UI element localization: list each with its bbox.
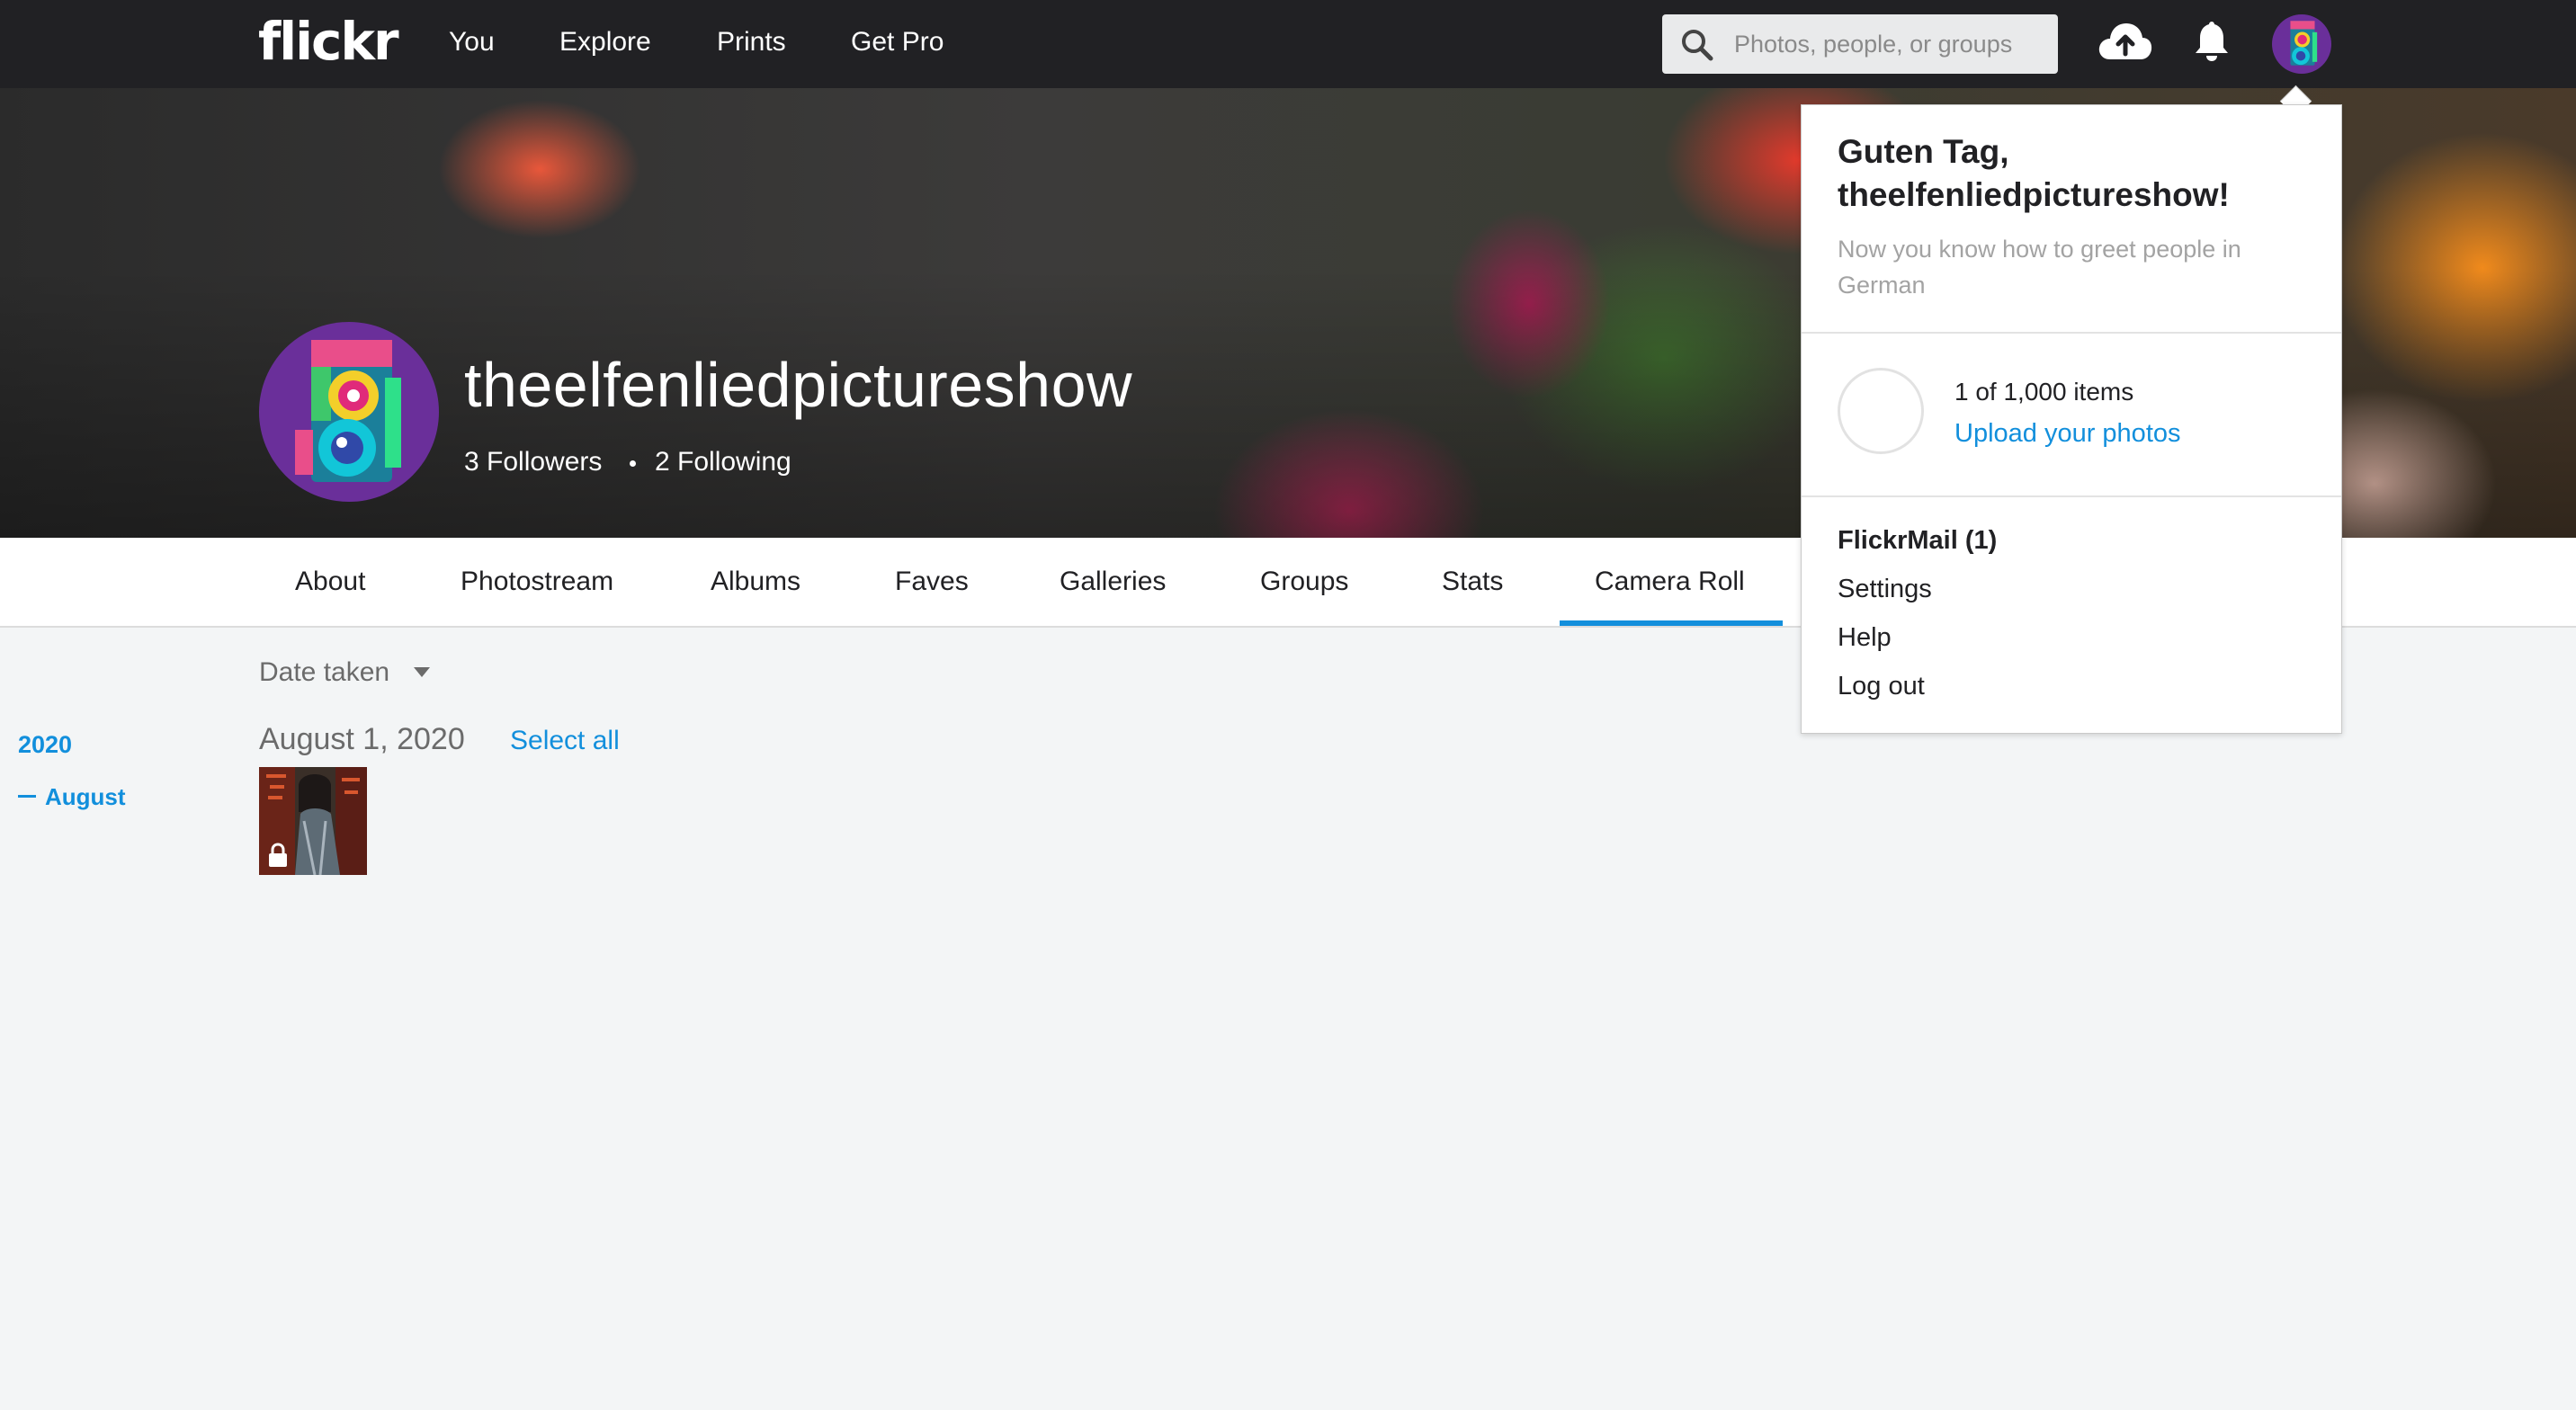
timeline-month-marker [18,795,36,798]
storage-count: 1 of 1,000 items [1954,378,2134,406]
sort-dropdown[interactable]: Date taken [259,657,389,688]
select-all-link[interactable]: Select all [510,726,620,756]
search-input[interactable] [1732,25,2042,63]
tab-albums[interactable]: Albums [711,567,801,597]
storage-usage-ring [1838,368,1924,454]
upload-cloud-icon[interactable] [2097,20,2153,63]
nav-get-pro[interactable]: Get Pro [851,27,944,58]
tab-about[interactable]: About [295,567,365,597]
menu-item-log-out[interactable]: Log out [1838,672,1925,701]
tab-groups[interactable]: Groups [1260,567,1348,597]
date-heading: August 1, 2020 [259,722,465,756]
search-box[interactable] [1662,14,2058,74]
tab-photostream[interactable]: Photostream [461,567,613,597]
active-tab-indicator [1560,620,1783,626]
upload-photos-link[interactable]: Upload your photos [1954,419,2181,449]
profile-username: theelfenliedpictureshow [464,350,1133,420]
menu-item-settings[interactable]: Settings [1838,575,1932,604]
timeline-month[interactable]: August [45,783,126,811]
following-link[interactable]: 2 Following [655,447,792,477]
greeting-subtitle: Now you know how to greet people in Germ… [1838,236,2241,299]
divider [1802,495,2341,497]
photo-thumbnail[interactable] [259,767,367,875]
tab-camera-roll[interactable]: Camera Roll [1595,567,1745,597]
tab-galleries[interactable]: Galleries [1060,567,1166,597]
nav-explore[interactable]: Explore [559,27,651,58]
profile-avatar[interactable] [259,322,439,502]
flickr-logo[interactable]: flickr [258,11,399,72]
search-icon [1682,30,1713,61]
chevron-down-icon[interactable] [414,667,430,677]
separator-dot [630,460,636,467]
bell-icon[interactable] [2194,20,2230,63]
greeting-title: Guten Tag, theelfenliedpictureshow! [1838,133,2230,213]
tab-stats[interactable]: Stats [1442,567,1503,597]
account-dropdown: Guten Tag, theelfenliedpictureshow! Now … [1801,104,2342,734]
timeline-year[interactable]: 2020 [18,731,72,759]
followers-link[interactable]: 3 Followers [464,447,602,477]
user-avatar-button[interactable] [2272,14,2331,74]
divider [1802,332,2341,334]
camera-avatar-icon [295,340,401,482]
nav-you[interactable]: You [449,27,495,58]
menu-item-help[interactable]: Help [1838,623,1892,653]
tab-faves[interactable]: Faves [895,567,969,597]
lock-icon [269,843,287,867]
top-navigation-bar: flickr You Explore Prints Get Pro [0,0,2576,88]
menu-item-flickrmail[interactable]: FlickrMail (1) [1838,526,1997,556]
nav-prints[interactable]: Prints [717,27,786,58]
camera-avatar-icon [2290,21,2318,66]
